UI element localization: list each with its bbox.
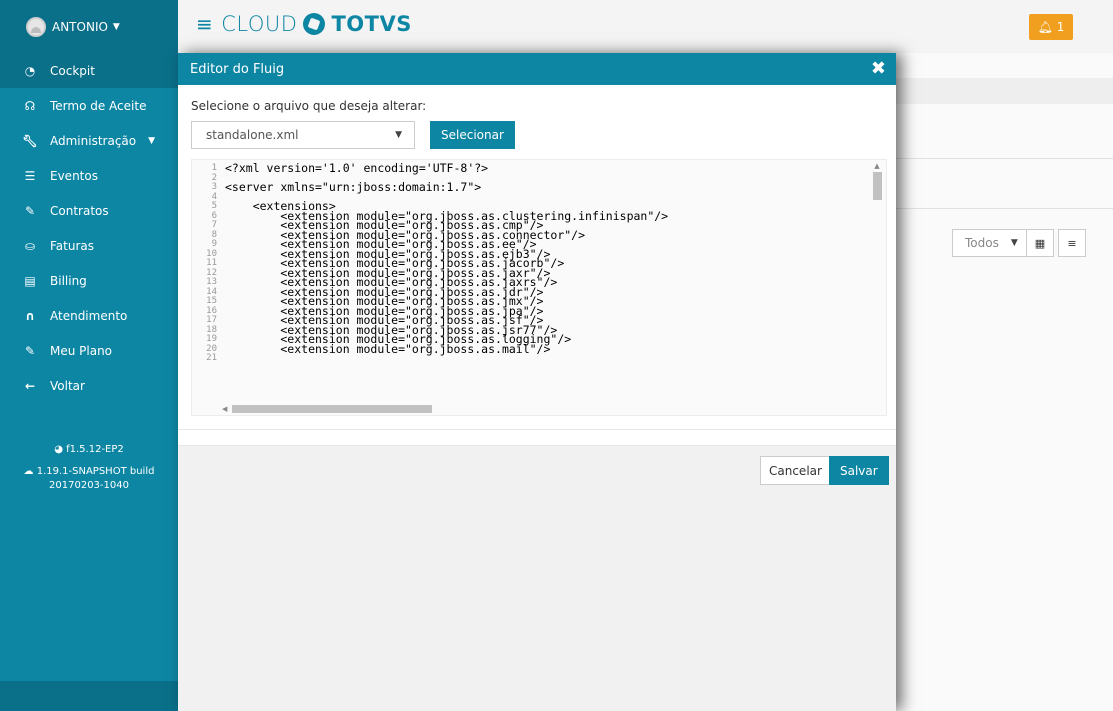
- sidebar-item-label: Contratos: [50, 203, 109, 218]
- editor-modal: Editor do Fluig ✖ Selecione o arquivo qu…: [178, 53, 896, 711]
- totvs-logo-icon: [303, 13, 326, 35]
- grid-view-button[interactable]: ▦: [1026, 229, 1054, 257]
- sidebar-item-voltar[interactable]: ← Voltar: [0, 368, 178, 403]
- build-version: 1.19.1-SNAPSHOT build: [36, 466, 155, 477]
- arrow-left-icon: ←: [24, 378, 36, 393]
- sidebar-item-label: Voltar: [50, 378, 85, 393]
- caret-down-icon: ▼: [112, 21, 120, 32]
- modal-title: Editor do Fluig: [190, 61, 285, 77]
- modal-header: Editor do Fluig: [178, 53, 896, 85]
- cloud-icon: ☁: [23, 466, 34, 477]
- scroll-thumb[interactable]: [872, 172, 882, 200]
- logo-cloud-text: CLOUD: [221, 12, 298, 36]
- page-background: [896, 53, 1113, 711]
- bell-icon: 🔔︎: [1037, 20, 1053, 34]
- sidebar-item-label: Atendimento: [50, 308, 128, 323]
- close-icon[interactable]: ✖: [871, 58, 886, 79]
- user-name: ANTONIO: [52, 19, 108, 34]
- scroll-thumb[interactable]: [232, 404, 433, 413]
- sidebar-item-administracao[interactable]: 🔧︎ Administração ▼: [0, 123, 178, 158]
- fluig-icon: ◕: [54, 444, 63, 455]
- file-select-value: standalone.xml: [206, 128, 299, 142]
- horizontal-scrollbar[interactable]: ◀: [222, 404, 872, 413]
- vertical-scrollbar[interactable]: ▲: [872, 162, 882, 399]
- list-icon: ☰: [24, 168, 36, 183]
- sidebar: ANTONIO ▼ ◔ Cockpit ☊ Termo de Aceite 🔧︎…: [0, 0, 178, 711]
- sidebar-item-label: Faturas: [50, 238, 95, 253]
- select-button[interactable]: Selecionar: [430, 121, 515, 149]
- modal-body: Selecione o arquivo que deseja alterar: …: [178, 85, 896, 149]
- divider: [896, 208, 1113, 209]
- scroll-up-icon[interactable]: ▲: [872, 162, 882, 170]
- code-line: <?xml version='1.0' encoding='UTF-8'?>: [225, 161, 489, 175]
- dashboard-icon: ◔: [24, 63, 36, 78]
- divider: [178, 429, 896, 430]
- cash-icon: ⛀: [24, 238, 36, 253]
- logo-brand-text: TOTVS: [331, 12, 412, 36]
- caret-down-icon: ▼: [1010, 238, 1018, 248]
- code-content[interactable]: <?xml version='1.0' encoding='UTF-8'?> <…: [225, 161, 668, 364]
- grid-icon: ▦: [1034, 236, 1046, 250]
- sidebar-item-meu-plano[interactable]: ✎ Meu Plano: [0, 333, 178, 368]
- sidebar-item-eventos[interactable]: ☰ Eventos: [0, 158, 178, 193]
- sidebar-item-label: Administração: [50, 133, 137, 148]
- fluig-version: f1.5.12-EP2: [66, 444, 124, 455]
- code-line: <server xmlns="urn:jboss:domain:1.7">: [225, 180, 482, 194]
- sidebar-item-label: Termo de Aceite: [50, 98, 147, 113]
- notifications-button[interactable]: 🔔︎ 1: [1029, 14, 1073, 40]
- top-bar: ≡ CLOUD TOTVS 🔔︎ 1: [178, 0, 1113, 53]
- sidebar-item-label: Cockpit: [50, 63, 95, 78]
- sidebar-item-label: Billing: [50, 273, 87, 288]
- sidebar-item-label: Meu Plano: [50, 343, 113, 358]
- code-editor[interactable]: 1 2 3 4 5 6 7 8 9 10 11 12 13 14 15 16 17 18 19 20 21 <?xml …: [191, 159, 887, 416]
- avatar: [26, 16, 46, 37]
- list-icon: ≡: [1067, 236, 1077, 250]
- edit-icon: ✎: [24, 203, 36, 218]
- hamburger-icon[interactable]: ≡: [196, 12, 213, 36]
- scroll-left-icon[interactable]: ◀: [222, 405, 227, 413]
- line-number: 21: [206, 353, 217, 363]
- sidebar-footer: [0, 681, 178, 711]
- sidebar-item-contratos[interactable]: ✎ Contratos: [0, 193, 178, 228]
- sidebar-item-faturas[interactable]: ⛀ Faturas: [0, 228, 178, 263]
- code-line: <extension module="org.jboss.as.mail"/>: [225, 341, 551, 356]
- file-select[interactable]: standalone.xml ▼: [191, 121, 415, 149]
- headset-icon: ∩: [25, 308, 35, 323]
- sidebar-item-billing[interactable]: ▤ Billing: [0, 263, 178, 298]
- wrench-icon: 🔧︎: [22, 133, 38, 148]
- user-menu[interactable]: ANTONIO ▼: [0, 0, 178, 53]
- build-date: 20170203-1040: [49, 480, 129, 491]
- caret-down-icon: ▼: [148, 135, 156, 146]
- save-button[interactable]: Salvar: [829, 456, 889, 485]
- list-view-button[interactable]: ≡: [1058, 229, 1086, 257]
- line-numbers: 1 2 3 4 5 6 7 8 9 10 11 12 13 14 15 16 17 18 19 20 21: [192, 163, 221, 364]
- filter-value: Todos: [965, 236, 999, 250]
- modal-footer: [178, 446, 896, 711]
- sidebar-item-atendimento[interactable]: ∩ Atendimento: [0, 298, 178, 333]
- logo: ≡ CLOUD TOTVS: [196, 12, 412, 36]
- sidebar-item-label: Eventos: [50, 168, 98, 183]
- edit-icon: ✎: [24, 343, 36, 358]
- version-info: ◕ f1.5.12-EP2 ☁ 1.19.1-SNAPSHOT build 20…: [0, 443, 178, 493]
- notification-count: 1: [1056, 20, 1065, 34]
- file-select-label: Selecione o arquivo que deseja alterar:: [191, 99, 427, 113]
- sidebar-item-termo-de-aceite[interactable]: ☊ Termo de Aceite: [0, 88, 178, 123]
- caret-down-icon: ▼: [395, 130, 402, 140]
- handshake-icon: ☊: [24, 98, 36, 113]
- file-icon: ▤: [24, 273, 36, 288]
- page-band: [896, 78, 1113, 104]
- sidebar-item-cockpit[interactable]: ◔ Cockpit: [0, 53, 178, 88]
- filter-select[interactable]: Todos ▼: [952, 229, 1029, 257]
- cancel-button[interactable]: Cancelar: [760, 456, 831, 485]
- divider: [896, 158, 1113, 159]
